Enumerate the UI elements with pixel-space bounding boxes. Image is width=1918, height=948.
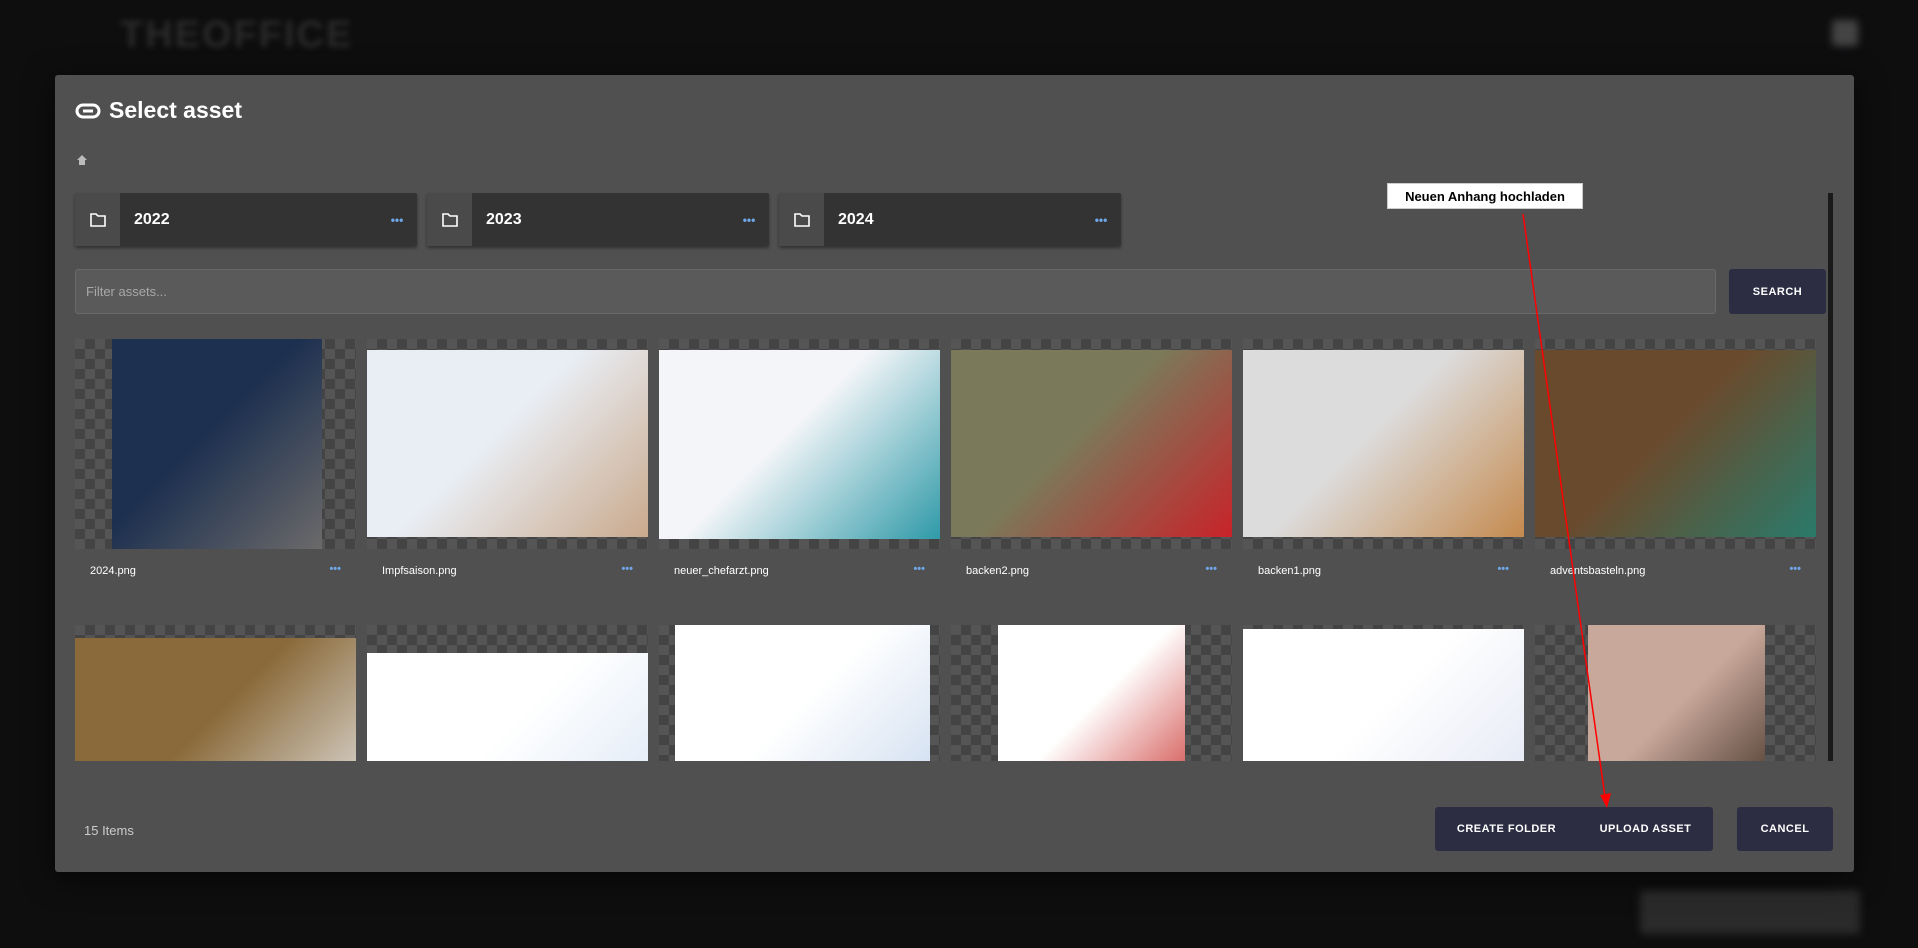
item-count: 15 Items (84, 823, 134, 838)
folder-2024[interactable]: 2024 ••• (779, 193, 1121, 246)
dialog-title: Select asset (75, 97, 242, 124)
folder-name: 2023 (486, 210, 522, 228)
background-footer-buttons (1640, 890, 1860, 934)
asset-tile[interactable]: backen2.png ••• (951, 339, 1232, 577)
asset-thumbnail[interactable] (951, 339, 1232, 549)
asset-filename: backen1.png (1258, 565, 1321, 577)
asset-thumbnail[interactable] (1535, 625, 1816, 761)
asset-menu-button[interactable]: ••• (329, 563, 341, 575)
background-menu-button (1832, 20, 1858, 46)
asset-tile[interactable] (1243, 625, 1524, 761)
asset-grid: 2024.png ••• Impfsaison.png ••• neuer_chefar… (75, 339, 1816, 761)
dialog-title-text: Select asset (109, 97, 242, 123)
asset-menu-button[interactable]: ••• (1205, 563, 1217, 575)
asset-tile[interactable]: Impfsaison.png ••• (367, 339, 648, 577)
folder-icon (427, 193, 472, 246)
filter-assets-input[interactable] (75, 269, 1716, 314)
asset-thumbnail[interactable] (1535, 339, 1816, 549)
asset-image (1243, 350, 1524, 537)
asset-tile[interactable]: 2024.png ••• (75, 339, 356, 577)
asset-tile[interactable] (951, 625, 1232, 761)
asset-filename: backen2.png (966, 565, 1029, 577)
folder-menu-button[interactable]: ••• (377, 193, 417, 246)
upload-asset-button[interactable]: UPLOAD ASSET (1578, 807, 1713, 851)
asset-thumbnail[interactable] (951, 625, 1232, 761)
asset-filename: neuer_chefarzt.png (674, 565, 769, 577)
asset-tile[interactable] (75, 625, 356, 761)
asset-menu-button[interactable]: ••• (621, 563, 633, 575)
search-button[interactable]: SEARCH (1729, 269, 1826, 314)
asset-image (1588, 625, 1765, 761)
create-folder-button[interactable]: CREATE FOLDER (1435, 807, 1578, 851)
asset-filename: 2024.png (90, 565, 136, 577)
asset-menu-button[interactable]: ••• (913, 563, 925, 575)
asset-menu-button[interactable]: ••• (1497, 563, 1509, 575)
asset-tile[interactable]: adventsbasteln.png ••• (1535, 339, 1816, 577)
folder-2023[interactable]: 2023 ••• (427, 193, 769, 246)
folder-name: 2024 (838, 210, 874, 228)
asset-filename: adventsbasteln.png (1550, 565, 1646, 577)
background-app-logo: THEOFFICE (120, 14, 354, 56)
asset-menu-button[interactable]: ••• (1789, 563, 1801, 575)
asset-image (367, 350, 648, 537)
annotation-label: Neuen Anhang hochladen (1387, 183, 1583, 209)
asset-thumbnail[interactable] (659, 625, 940, 761)
asset-thumbnail[interactable] (367, 339, 648, 549)
folder-2022[interactable]: 2022 ••• (75, 193, 417, 246)
asset-thumbnail[interactable] (75, 625, 356, 761)
scrollbar[interactable] (1828, 193, 1833, 761)
home-icon[interactable] (75, 153, 89, 167)
asset-thumbnail[interactable] (659, 339, 940, 549)
asset-thumbnail[interactable] (75, 339, 356, 549)
asset-image (659, 350, 940, 539)
folder-menu-button[interactable]: ••• (1081, 193, 1121, 246)
asset-tile[interactable] (367, 625, 648, 761)
folder-icon (75, 193, 120, 246)
asset-image (112, 339, 322, 549)
folder-name: 2022 (134, 210, 170, 228)
asset-image (1535, 350, 1816, 537)
asset-tile[interactable] (1535, 625, 1816, 761)
asset-tile[interactable]: neuer_chefarzt.png ••• (659, 339, 940, 577)
asset-filename: Impfsaison.png (382, 565, 457, 577)
asset-image (367, 653, 648, 761)
cancel-button[interactable]: CANCEL (1737, 807, 1833, 851)
asset-tile[interactable] (659, 625, 940, 761)
select-asset-dialog: Select asset 2022 ••• 2023 ••• 2024 ••• … (55, 75, 1854, 872)
asset-image (675, 625, 930, 761)
asset-image (75, 638, 356, 761)
asset-image (998, 625, 1185, 761)
link-icon (75, 103, 101, 118)
folder-icon (779, 193, 824, 246)
asset-thumbnail[interactable] (367, 625, 648, 761)
asset-image (1243, 629, 1524, 761)
asset-tile[interactable]: backen1.png ••• (1243, 339, 1524, 577)
asset-thumbnail[interactable] (1243, 339, 1524, 549)
folder-menu-button[interactable]: ••• (729, 193, 769, 246)
asset-thumbnail[interactable] (1243, 625, 1524, 761)
asset-image (951, 350, 1232, 537)
